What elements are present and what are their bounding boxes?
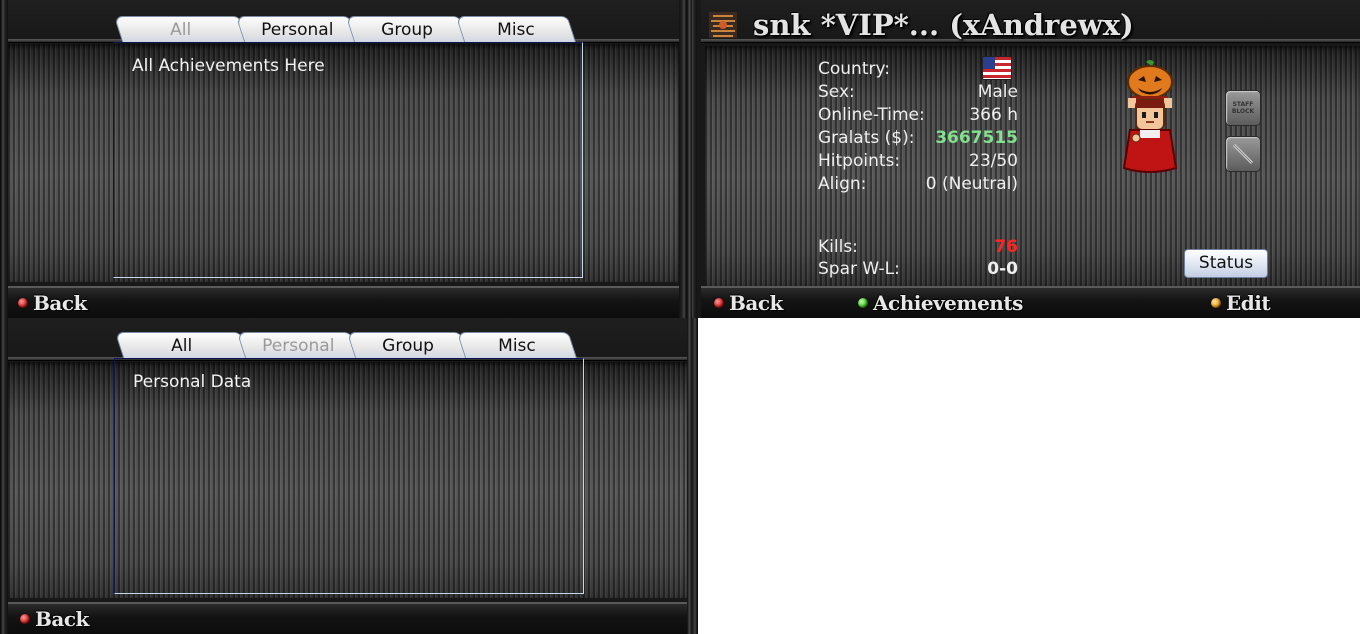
stat-hitpoints: Hitpoints: 23/50 <box>818 151 1018 171</box>
player-avatar[interactable] <box>1116 58 1184 178</box>
stat-kills: Kills: 76 <box>818 237 1018 257</box>
guild-logo-icon <box>709 12 737 38</box>
stat-align: Align: 0 (Neutral) <box>818 174 1018 194</box>
tab-group[interactable]: Group <box>345 16 469 43</box>
orange-dot-icon <box>1211 298 1221 308</box>
green-dot-icon <box>858 298 868 308</box>
status-button[interactable]: Status <box>1184 249 1268 278</box>
tab-personal[interactable]: Personal <box>235 16 359 43</box>
edit-button[interactable]: Edit <box>1211 291 1271 315</box>
tab-all[interactable]: All <box>114 332 250 359</box>
stat-gralats: Gralats ($): 3667515 <box>818 128 1018 148</box>
red-dot-icon <box>714 298 724 308</box>
stat-country: Country: <box>818 56 1018 81</box>
personal-tabs: All Personal Group Misc <box>114 332 578 360</box>
sword-icon <box>1232 143 1254 165</box>
personal-content: Personal Data <box>114 358 584 594</box>
red-dot-icon <box>20 614 30 624</box>
stat-sex: Sex: Male <box>818 82 1018 102</box>
player-name-title: snk *VIP*... (xAndrewx) <box>753 8 1134 42</box>
sword-button[interactable] <box>1225 136 1261 172</box>
tab-all[interactable]: All <box>113 16 249 43</box>
achievements-text: All Achievements Here <box>132 56 325 76</box>
achievements-panel: All Personal Group Misc All Achievements… <box>0 0 687 318</box>
tab-misc[interactable]: Misc <box>455 16 577 43</box>
player-stats: Country: Sex: Male Online-Time: 366 h Gr… <box>818 56 1018 279</box>
us-flag-icon <box>982 56 1012 80</box>
back-button[interactable]: Back <box>18 291 87 315</box>
stat-online-time: Online-Time: 366 h <box>818 105 1018 125</box>
staff-block-button[interactable]: STAFF BLOCK <box>1225 90 1261 126</box>
achievements-button[interactable]: Achievements <box>858 291 1023 315</box>
personal-text: Personal Data <box>133 372 252 392</box>
tab-group[interactable]: Group <box>346 332 470 359</box>
back-button[interactable]: Back <box>714 291 783 315</box>
tab-personal[interactable]: Personal <box>236 332 360 359</box>
tab-misc[interactable]: Misc <box>456 332 578 359</box>
achievements-content: All Achievements Here <box>113 42 583 278</box>
red-dot-icon <box>18 298 28 308</box>
panel-divider <box>687 0 692 634</box>
personal-panel: All Personal Group Misc Personal Data Ba… <box>0 318 698 634</box>
back-button[interactable]: Back <box>20 607 89 631</box>
achievement-tabs: All Personal Group Misc <box>113 16 577 44</box>
stat-spar: Spar W-L: 0-0 <box>818 259 1018 279</box>
